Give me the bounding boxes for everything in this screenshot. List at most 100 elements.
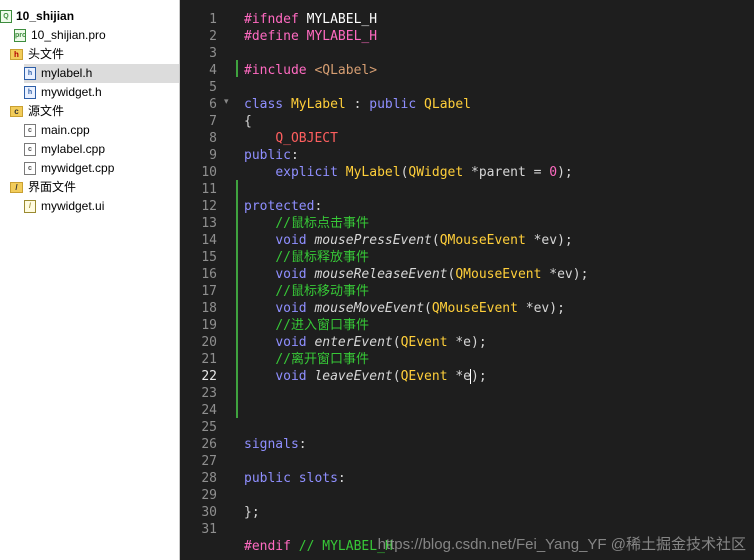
line-number: 6 [209,97,217,112]
line-number: 2 [209,29,217,44]
token: protected [244,199,315,214]
comment: //鼠标释放事件 [275,250,369,265]
token: MyLabel [290,97,346,112]
token: QLabel [424,97,472,112]
token: QEvent [400,335,448,350]
tree-folder-headers[interactable]: h 头文件 [10,45,64,64]
tree-item-label: mylabel.cpp [41,142,106,156]
token: MYLABEL_H [306,12,378,27]
project-root[interactable]: Q 10_shijian [0,7,74,26]
tree-item-label: mywidget.h [41,85,102,99]
header-file-icon: h [24,86,36,99]
token: #include [244,63,315,78]
tree-folder-sources[interactable]: c 源文件 [10,102,64,121]
line-number: 28 [201,471,217,486]
line-number: 17 [201,284,217,299]
line-number: 22 [201,369,217,384]
token: class [244,97,291,112]
token: signals [244,437,299,452]
token: public slots [244,471,338,486]
token: QMouseEvent [439,233,526,248]
code-line-18: void mouseMoveEvent(QMouseEvent *ev); [275,301,565,316]
code-line-15: //鼠标释放事件 [244,249,369,266]
token: public [369,97,425,112]
tree-folder-label: 头文件 [28,47,65,61]
change-marker [236,180,238,418]
line-number: 30 [201,505,217,520]
line-number: 25 [201,420,217,435]
code-line-4: #include <QLabel> [244,62,377,79]
line-number: 19 [201,318,217,333]
tree-item-mylabel-h[interactable]: h mylabel.h [24,64,179,83]
code-line-27: public slots: [244,471,346,486]
token: void [275,301,315,316]
token: #define MYLABEL_H [244,29,378,44]
code-line-22: void leaveEvent(QEvent *e); [275,369,487,384]
tree-item-pro-file[interactable]: pro 10_shijian.pro [14,26,106,45]
source-file-icon: c [24,162,36,175]
token: explicit [275,165,346,180]
line-number: 7 [209,114,217,129]
tree-item-label: mylabel.h [41,66,93,80]
tree-item-label: main.cpp [41,123,90,137]
token: public [244,148,291,163]
code-line-9: public: [244,148,299,163]
line-number: 12 [201,199,217,214]
code-line-12: protected: [244,199,323,214]
line-number: 18 [201,301,217,316]
code-line-29: }; [244,505,260,520]
token: leaveEvent [314,369,393,384]
form-file-icon: / [24,200,36,213]
token: mousePressEvent [314,233,432,248]
source-file-icon: c [24,124,36,137]
tree-item-mywidget-h[interactable]: h mywidget.h [24,83,102,102]
line-number: 15 [201,250,217,265]
token: void [275,233,315,248]
code-editor[interactable]: 1 2 3 4 5 6 7 8 9 10 11 12 13 14 15 16 17 18 19 20 21 22 23 24 2… [180,0,754,560]
line-number: 26 [201,437,217,452]
line-number: 11 [201,182,217,197]
tree-item-mylabel-cpp[interactable]: c mylabel.cpp [24,140,105,159]
line-number: 20 [201,335,217,350]
pro-file-icon: pro [14,29,26,42]
token: 0 [549,165,558,180]
comment: //进入窗口事件 [275,318,369,333]
token: #endif [244,539,291,554]
token: Q_OBJECT [275,131,338,146]
source-file-icon: c [24,143,36,156]
line-number: 8 [209,131,217,146]
fold-marker-icon[interactable]: ▾ [224,96,229,107]
code-line-25: signals: [244,437,307,452]
comment: //鼠标移动事件 [275,284,369,299]
line-number: 4 [209,63,217,78]
code-line-8: Q_OBJECT [244,130,338,147]
project-icon: Q [0,10,12,23]
tree-item-mywidget-ui[interactable]: / mywidget.ui [24,197,104,216]
tree-item-label: mywidget.ui [41,199,105,213]
code-line-7: { [244,114,252,129]
token: QMouseEvent [431,301,518,316]
code-line-20: void enterEvent(QEvent *e); [275,335,487,350]
tree-item-label: mywidget.cpp [41,161,115,175]
line-number: 10 [201,165,217,180]
tree-folder-label: 源文件 [28,104,65,118]
line-number: 23 [201,386,217,401]
folder-icon: h [10,49,23,60]
token: QWidget [408,165,464,180]
code-line-16: void mouseReleaseEvent(QMouseEvent *ev); [275,267,589,282]
tree-item-mywidget-cpp[interactable]: c mywidget.cpp [24,159,114,178]
token: <QLabel> [314,63,378,78]
token: QEvent [400,369,448,384]
token: mouseMoveEvent [314,301,425,316]
line-number: 21 [201,352,217,367]
code-line-19: //进入窗口事件 [244,317,369,334]
header-file-icon: h [24,67,36,80]
tree-item-main-cpp[interactable]: c main.cpp [24,121,90,140]
tree-folder-forms[interactable]: / 界面文件 [10,178,76,197]
line-number: 14 [201,233,217,248]
line-number: 13 [201,216,217,231]
code-line-21: //离开窗口事件 [244,351,369,368]
line-number: 3 [209,46,217,61]
code-line-13: //鼠标点击事件 [244,215,369,232]
project-tree: Q 10_shijian pro 10_shijian.pro h 头文件 h … [0,0,180,560]
